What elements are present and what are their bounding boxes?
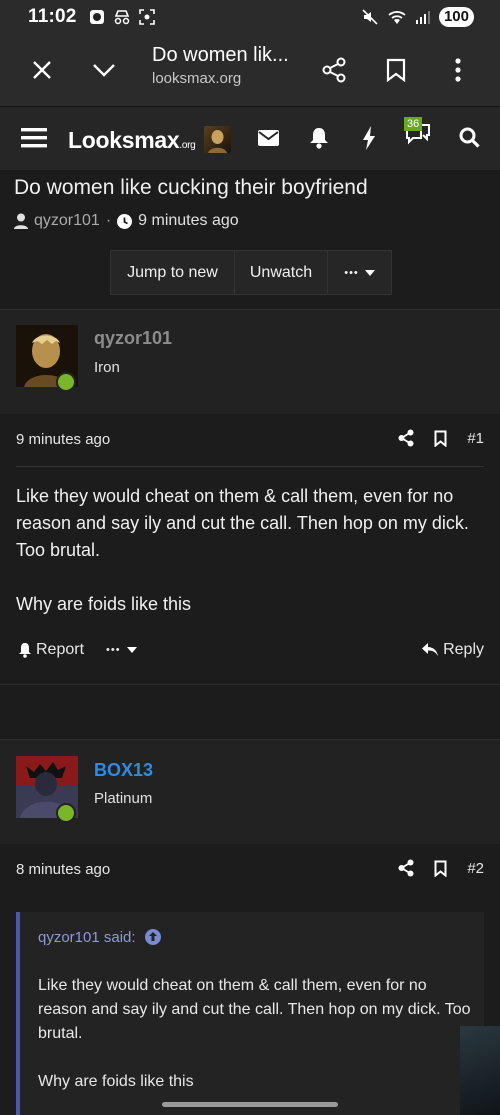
caret-down-icon (364, 269, 375, 276)
share-icon (322, 57, 346, 83)
more-dots: ••• (344, 266, 359, 279)
browser-toolbar: Do women lik... looksmax.org (0, 34, 500, 106)
gesture-navigation-handle[interactable] (162, 1102, 338, 1107)
clock-icon (117, 213, 133, 229)
online-status-indicator (56, 803, 76, 823)
bookmark-icon[interactable] (434, 430, 447, 447)
post-1-user-block: qyzor101 Iron (0, 309, 500, 426)
post-2-time[interactable]: 8 minutes ago (16, 861, 110, 878)
post-1-footer: Report ••• Reply (18, 641, 484, 659)
quote-text-line-2: Why are foids like this (38, 1073, 194, 1090)
quote-text: Like they would cheat on them & call the… (38, 977, 471, 1042)
report-button[interactable]: Report (18, 641, 84, 659)
post-2-number[interactable]: #2 (467, 860, 484, 877)
inbox-icon[interactable] (258, 130, 279, 146)
post-2-user-block: BOX13 Platinum (0, 739, 500, 856)
logo-suffix: .org (179, 140, 196, 151)
status-time: 11:02 (28, 6, 77, 27)
browser-url: looksmax.org (152, 70, 242, 87)
browser-page-title: Do women lik... (152, 44, 289, 66)
unwatch-button[interactable]: Unwatch (235, 251, 328, 294)
status-right-icons: 100 (361, 7, 474, 27)
app-notification-icon (89, 10, 104, 24)
quote-author: qyzor101 said: (38, 928, 136, 946)
thread-author[interactable]: qyzor101 (34, 212, 100, 230)
report-label: Report (36, 641, 85, 658)
share-icon[interactable] (398, 429, 414, 447)
post-1-message-line-2: Why are foids like this (16, 594, 192, 614)
quote-attribution[interactable]: qyzor101 said: (38, 928, 162, 946)
post-2-body: 8 minutes ago #2 qyzor101 said: Like the… (0, 844, 500, 1115)
post-2-username[interactable]: BOX13 (94, 760, 153, 781)
post-more-button[interactable]: ••• (106, 644, 137, 656)
thread-meta: qyzor101 · 9 minutes ago (14, 212, 239, 230)
share-button[interactable] (313, 49, 355, 91)
close-tab-button[interactable] (21, 49, 63, 91)
meta-separator: · (105, 212, 112, 229)
bell-icon (19, 643, 31, 658)
logo-text: Looksmax (68, 127, 180, 153)
mute-icon (362, 9, 378, 25)
online-status-indicator (56, 372, 76, 392)
post-separator (0, 684, 500, 739)
minimize-tab-button[interactable] (83, 49, 125, 91)
post-1-number[interactable]: #1 (467, 430, 484, 447)
user-icon (14, 213, 28, 229)
thread-more-button[interactable]: ••• (328, 251, 391, 294)
account-avatar[interactable] (204, 126, 231, 153)
incognito-icon (114, 10, 129, 25)
page-title-area[interactable]: Do women lik... looksmax.org (152, 44, 302, 87)
reply-arrow-icon (422, 643, 439, 657)
post-1-user-rank: Iron (94, 359, 120, 376)
status-left-icons (89, 9, 155, 25)
reply-label: Reply (443, 641, 484, 658)
battery-indicator: 100 (438, 7, 474, 27)
post-1-actions: #1 (398, 429, 484, 447)
site-logo[interactable]: Looksmax.org (68, 127, 196, 154)
more-vertical-icon (455, 58, 461, 82)
thread-time[interactable]: 9 minutes ago (138, 212, 239, 230)
post-1-body: 9 minutes ago #1 Like they would cheat o… (0, 414, 500, 684)
hamburger-menu-icon[interactable] (21, 127, 47, 149)
site-header: Looksmax.org 36 (0, 106, 500, 170)
caret-down-icon (126, 647, 137, 653)
post-divider (16, 466, 484, 467)
post-1-username[interactable]: qyzor101 (94, 328, 172, 349)
conversations-count-badge: 36 (404, 117, 423, 131)
reply-button[interactable]: Reply (422, 641, 484, 659)
screenshot-icon (138, 9, 155, 25)
browser-menu-button[interactable] (437, 49, 479, 91)
bookmark-icon (386, 58, 406, 82)
bookmark-button[interactable] (375, 49, 417, 91)
alerts-bell-icon[interactable] (309, 127, 329, 149)
status-bar: 11:02 100 (0, 0, 500, 34)
thread-actions: Jump to new Unwatch ••• (110, 250, 392, 295)
bookmark-icon[interactable] (434, 860, 447, 877)
close-icon (33, 61, 51, 79)
post-2-user-rank: Platinum (94, 790, 153, 807)
signal-icon (415, 11, 430, 24)
wifi-icon (388, 11, 406, 24)
share-icon[interactable] (398, 859, 414, 877)
post-1-time[interactable]: 9 minutes ago (16, 431, 110, 448)
jump-to-new-button[interactable]: Jump to new (111, 251, 235, 294)
post-2-quote: qyzor101 said: Like they would cheat on … (16, 912, 484, 1115)
thread-title: Do women like cucking their boyfriend (14, 176, 368, 199)
chevron-down-icon (93, 64, 115, 77)
post-2-actions: #2 (398, 859, 484, 877)
search-icon[interactable] (459, 127, 480, 148)
floating-video-thumbnail[interactable] (460, 1026, 500, 1115)
more-dots: ••• (106, 644, 121, 656)
post-1-message: Like they would cheat on them & call the… (16, 486, 469, 560)
whats-new-bolt-icon[interactable] (362, 126, 376, 150)
avatar-image (208, 130, 227, 153)
go-to-quote-icon (144, 929, 161, 945)
